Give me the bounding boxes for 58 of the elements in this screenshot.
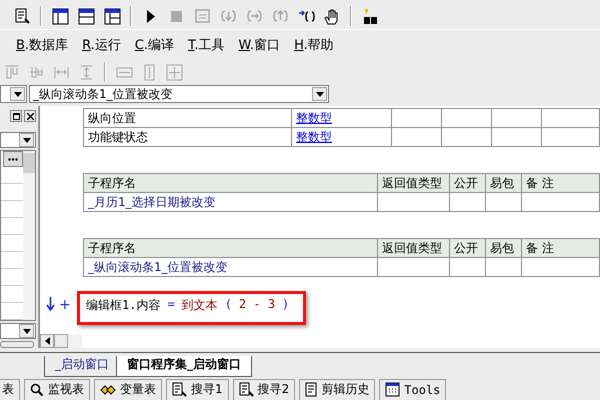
column-header: 公开 [454, 240, 478, 254]
column-header: 子程序名 [88, 240, 136, 254]
menu-item[interactable]: C.编译 [134, 36, 174, 54]
scroll-thumb[interactable] [54, 334, 68, 348]
menu-item[interactable]: W.窗口 [238, 36, 280, 54]
panel-combo[interactable] [0, 323, 36, 339]
expand-toggle[interactable]: + [59, 297, 73, 313]
dropdown-arrow-icon [22, 138, 30, 142]
procedure-combo[interactable]: _纵向滚动条1_位置被改变 [29, 85, 329, 103]
panel-tab[interactable]: 变量表 [94, 378, 162, 400]
panel-tab[interactable]: 表 [0, 378, 20, 400]
dropdown-arrow-icon [14, 92, 22, 96]
menu-item[interactable]: R.运行 [82, 36, 121, 54]
find-icon [172, 382, 187, 397]
same-size-icon [164, 62, 184, 82]
panel-combo[interactable] [0, 132, 36, 148]
search-icon [30, 382, 44, 396]
menu-item[interactable]: B.数据库 [16, 36, 68, 54]
table-cell-text: 功能键状态 [88, 130, 148, 144]
panel-tab[interactable]: 剪辑历史 [299, 378, 376, 400]
maximize-button[interactable] [10, 110, 22, 122]
column-header: 返回值类型 [382, 240, 442, 254]
column-header: 备 注 [526, 240, 554, 254]
column-header: 返回值类型 [382, 176, 442, 190]
dots-icon [8, 158, 18, 160]
panel-tab[interactable]: Tools [379, 378, 446, 400]
property-list[interactable] [0, 150, 36, 321]
find-icon [238, 382, 254, 397]
column-header: 备 注 [526, 176, 554, 190]
menu-item[interactable]: H.帮助 [294, 36, 334, 54]
column-header: 公开 [454, 176, 478, 190]
horizontal-scrollbar[interactable] [40, 334, 82, 348]
panel-tab[interactable]: 搜寻2 [232, 378, 296, 400]
dropdown-arrow-icon [22, 328, 30, 334]
scroll-left-button[interactable] [40, 334, 54, 348]
left-arrow-icon [44, 337, 50, 345]
document-tab[interactable]: 窗口程序集_启动窗口 [116, 356, 252, 377]
table-cell-text: 纵向位置 [88, 110, 136, 124]
document-icon [305, 382, 318, 397]
column-header: 易包 [490, 176, 514, 190]
panel-tab[interactable]: 监视表 [24, 378, 90, 400]
more-button[interactable] [3, 151, 23, 167]
column-header: 易包 [490, 240, 514, 254]
find-icon [12, 6, 32, 26]
menu-item[interactable]: T.工具 [188, 36, 225, 54]
window-icon [385, 382, 400, 397]
close-button[interactable] [24, 110, 36, 122]
dropdown-arrow-icon [316, 92, 324, 96]
panel-tab[interactable]: 搜寻1 [166, 378, 229, 400]
table-cell-text: _月历1_选择日期被改变 [88, 194, 216, 208]
scrollbar[interactable] [23, 151, 35, 320]
down-arrow-icon [46, 297, 55, 311]
code-line: 编辑框1.内容 = 到文本 ( 2 - 3 ) [85, 297, 290, 314]
window-icon [192, 6, 212, 26]
object-combo[interactable] [0, 85, 27, 103]
column-header: 子程序名 [88, 176, 136, 190]
diamonds-icon [100, 382, 116, 396]
table-cell-text: _纵向滚动条1_位置被改变 [88, 260, 228, 274]
